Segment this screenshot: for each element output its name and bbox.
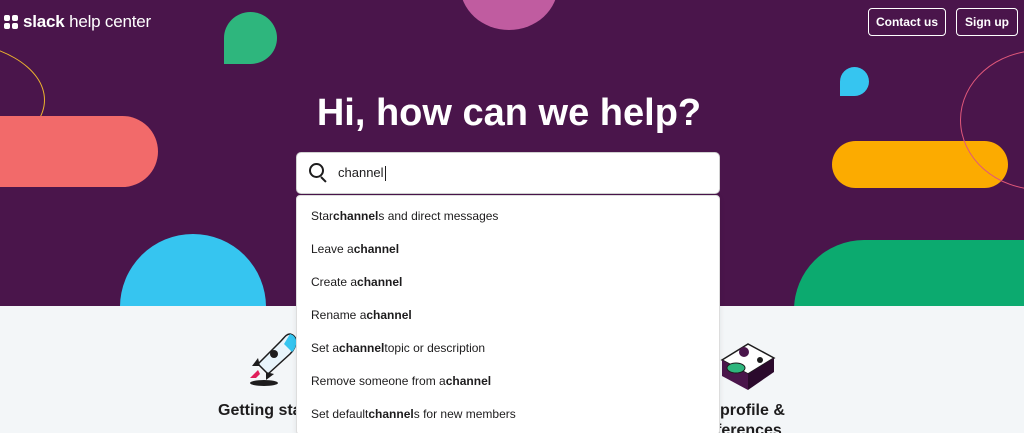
suggestion-item[interactable]: Set default channel s for new members bbox=[297, 397, 719, 430]
suggestion-item[interactable]: Star channel s and direct messages bbox=[297, 199, 719, 232]
text-caret bbox=[384, 166, 386, 182]
suggestion-item[interactable]: Leave a channel bbox=[297, 232, 719, 265]
decorative-green-shape bbox=[794, 240, 1024, 306]
page-title: Hi, how can we help? bbox=[316, 92, 702, 134]
search-suggestions-dropdown: Star channel s and direct messages Leave … bbox=[296, 195, 720, 433]
rocket-icon bbox=[250, 333, 297, 386]
search-query-text: channel bbox=[338, 164, 386, 182]
profile-preferences-card-title-line2[interactable]: ferences bbox=[716, 422, 782, 433]
suggestion-item[interactable]: Set a channel topic or description bbox=[297, 331, 719, 364]
getting-started-card-title[interactable]: Getting sta bbox=[218, 402, 302, 420]
decorative-blue-circle bbox=[120, 234, 266, 306]
suggestion-item[interactable]: Rename a channel bbox=[297, 298, 719, 331]
search-input[interactable]: channel bbox=[296, 152, 720, 194]
logo-text: slack help center bbox=[23, 12, 151, 31]
suggestion-item[interactable]: Create a channel bbox=[297, 265, 719, 298]
profile-preferences-icon bbox=[720, 343, 776, 390]
search-icon bbox=[309, 163, 329, 183]
suggestion-item[interactable]: Remove someone from a channel bbox=[297, 364, 719, 397]
contact-us-button[interactable]: Contact us bbox=[868, 8, 946, 36]
profile-preferences-card-title[interactable]: profile & bbox=[720, 402, 785, 420]
sign-up-button[interactable]: Sign up bbox=[956, 8, 1018, 36]
decorative-pink-circle bbox=[460, 0, 558, 30]
slack-logo-icon bbox=[4, 14, 19, 30]
decorative-green-bubble bbox=[224, 12, 277, 64]
slack-help-center-logo[interactable]: slack help center bbox=[4, 12, 151, 32]
